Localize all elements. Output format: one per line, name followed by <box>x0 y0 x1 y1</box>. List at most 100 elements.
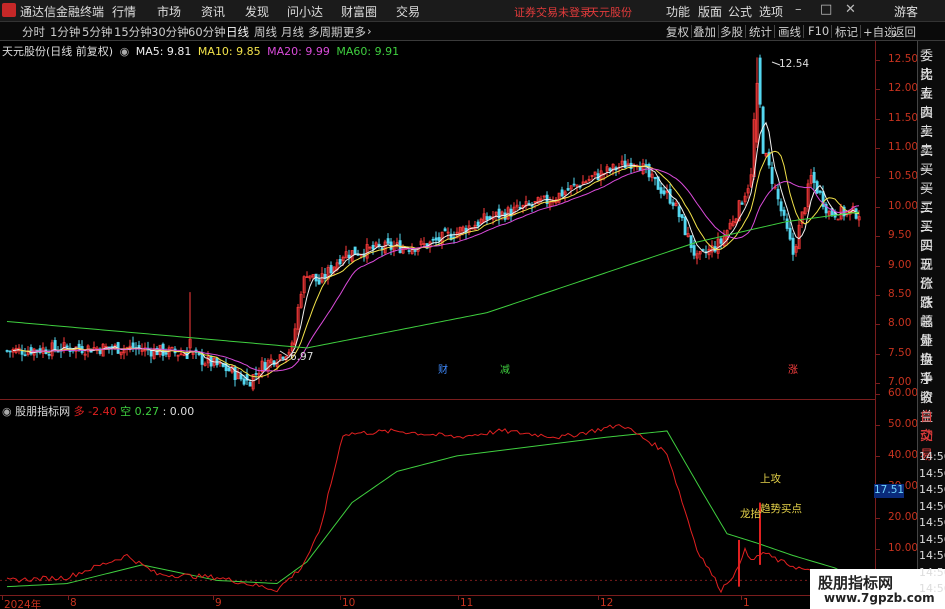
candle-body <box>572 183 576 186</box>
price-tick-label: 8.50 <box>888 288 912 301</box>
candle-body <box>488 216 492 219</box>
price-axis-tick <box>875 295 880 297</box>
candle-body <box>692 245 696 256</box>
candle-body <box>443 228 447 232</box>
date-label: 12 <box>600 597 614 609</box>
settings-dot-icon[interactable]: ◉ <box>2 405 12 418</box>
price-tick-label: 10.50 <box>888 170 919 183</box>
price-axis-tick <box>875 353 880 355</box>
candle-body <box>683 216 687 236</box>
date-label: 11 <box>460 597 474 609</box>
price-tick-label: 12.50 <box>888 52 919 65</box>
candle-body <box>149 350 153 357</box>
event-tag-finance[interactable]: 财 <box>438 361 448 376</box>
indicator-short-label: 空 <box>120 405 132 418</box>
candle-body <box>47 353 51 356</box>
candle-body <box>758 57 762 105</box>
trade-time: 14:56 <box>919 532 945 546</box>
price-tick-label: 10.00 <box>888 199 919 212</box>
candle-body <box>353 246 357 256</box>
candle-body <box>662 190 666 195</box>
price-tick-label: 9.00 <box>888 258 912 271</box>
candle-body <box>659 187 663 194</box>
candle-body <box>242 378 246 385</box>
candle-body <box>671 202 675 206</box>
trade-time: 14:56 <box>919 516 945 529</box>
indicator-tick-label: 10.00 <box>888 542 919 555</box>
candle-body <box>29 347 33 355</box>
candle-body <box>233 367 237 380</box>
candle-body <box>434 237 438 241</box>
candle-body <box>503 212 507 220</box>
trade-time: 14:56 <box>919 565 945 579</box>
low-price-label: 6.97 <box>290 351 314 363</box>
candle-body <box>53 340 57 350</box>
trade-time: 14:56 <box>919 499 945 513</box>
annotation-trend-buy: 趋势买点 <box>760 503 802 515</box>
date-tick <box>2 596 3 600</box>
date-tick <box>598 596 599 600</box>
candle-body <box>560 189 564 197</box>
indicator-legend: ◉ 股朋指标网 多 -2.40 空 0.27 : 0.00 <box>2 403 194 419</box>
candle-body <box>761 106 765 154</box>
candle-body <box>527 202 531 205</box>
candle-body <box>329 265 333 274</box>
candle-body <box>680 214 684 219</box>
watermark-url: www.7gpzb.com <box>824 591 935 605</box>
indicator-extra-value: : 0.00 <box>162 405 195 418</box>
candle-body <box>791 237 795 255</box>
candle-body <box>623 160 627 169</box>
price-axis-tick <box>875 265 880 267</box>
candle-body <box>263 362 267 371</box>
candle-body <box>653 176 657 180</box>
ma20-line <box>30 168 860 372</box>
indicator-axis-tick <box>875 424 880 426</box>
candle-body <box>782 209 786 216</box>
annotation-up-attack: 上攻 <box>760 473 781 485</box>
date-tick <box>741 596 742 600</box>
price-tick-label: 11.50 <box>888 111 919 124</box>
indicator-tick-label: 50.00 <box>888 417 919 430</box>
candle-body <box>254 373 258 375</box>
candle-body <box>785 218 789 229</box>
candle-body <box>317 279 321 285</box>
price-tick-label: 12.00 <box>888 82 919 95</box>
indicator-axis-tick <box>875 455 880 457</box>
candle-body <box>248 381 252 387</box>
candle-body <box>407 250 411 252</box>
date-label: 1 <box>743 597 750 609</box>
price-axis-tick <box>875 324 880 326</box>
candle-body <box>677 206 681 218</box>
price-axis-tick <box>875 206 880 208</box>
candle-body <box>437 237 441 242</box>
indicator-tick-label: 20.00 <box>888 511 919 524</box>
candle-body <box>476 221 480 227</box>
event-tag-reduce[interactable]: 减 <box>500 361 510 376</box>
indicator-axis-tick <box>875 393 880 395</box>
candle-body <box>770 167 774 184</box>
trade-time: 14:56 <box>919 483 945 496</box>
event-tag-limit-up[interactable]: 涨 <box>788 361 798 376</box>
candle-body <box>779 201 783 212</box>
trade-time: 14:56 <box>919 450 945 463</box>
candle-body <box>431 238 435 241</box>
kline-chart[interactable] <box>0 0 945 609</box>
date-tick <box>340 596 341 600</box>
date-label: 10 <box>342 597 356 609</box>
candle-body <box>164 352 168 355</box>
candle-body <box>719 238 723 244</box>
candle-body <box>740 202 744 205</box>
candle-body <box>689 235 693 249</box>
ma5-line <box>12 121 860 382</box>
candle-body <box>608 168 612 172</box>
price-axis-tick <box>875 59 880 61</box>
candle-body <box>812 171 816 183</box>
trade-time: 14:56 <box>919 582 945 595</box>
price-axis-tick <box>875 147 880 149</box>
indicator-axis-tick <box>875 549 880 551</box>
price-axis-tick <box>875 89 880 91</box>
indicator-name[interactable]: 股朋指标网 <box>15 405 70 418</box>
annotation-dragon-lift: 龙抬 <box>740 508 761 520</box>
indicator-long-value: -2.40 <box>88 405 117 418</box>
indicator-short-value: 0.27 <box>134 405 160 418</box>
